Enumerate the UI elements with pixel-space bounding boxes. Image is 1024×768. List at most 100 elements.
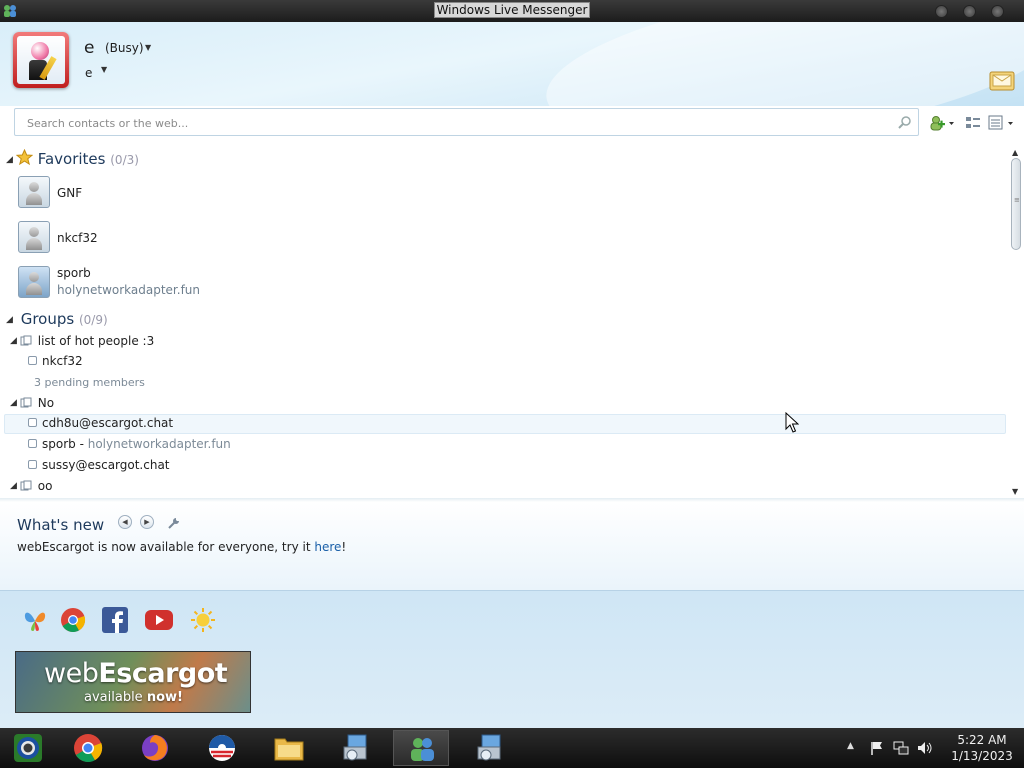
- installer-icon: [477, 734, 501, 761]
- group-name: list of hot people :3: [37, 334, 155, 348]
- start-orb-icon: [14, 734, 42, 762]
- taskbar-file-explorer[interactable]: [261, 730, 317, 766]
- star-icon: [15, 148, 34, 166]
- group-header[interactable]: ◢ list of hot people :3: [10, 334, 154, 352]
- favorite-contact[interactable]: nkcf32: [18, 221, 618, 261]
- taskbar-obama-app[interactable]: [194, 730, 250, 766]
- member-name: cdh8u@escargot.chat: [42, 416, 174, 430]
- offline-status-icon: [28, 418, 37, 427]
- maximize-button[interactable]: [963, 5, 976, 18]
- window-title: Windows Live Messenger: [433, 2, 591, 18]
- taskbar-installer-2[interactable]: [462, 730, 518, 766]
- services-panel: webEscargot available now!: [0, 590, 1024, 728]
- group-icon: [20, 397, 32, 408]
- scroll-thumb[interactable]: ≡: [1011, 158, 1021, 250]
- whats-new-text: webEscargot is now available for everyon…: [17, 540, 346, 554]
- banner-tagline-bold: now!: [146, 690, 183, 705]
- status-dropdown-icon[interactable]: ▼: [145, 43, 151, 52]
- weather-sun-icon[interactable]: [190, 607, 216, 633]
- personal-message[interactable]: e: [85, 66, 92, 80]
- contact-avatar: [18, 266, 50, 298]
- collapse-triangle-icon[interactable]: ◢: [6, 155, 13, 165]
- collapse-triangle-icon[interactable]: ◢: [6, 315, 13, 325]
- scroll-down-arrow-icon[interactable]: ▼: [1012, 487, 1018, 496]
- favorite-contact[interactable]: GNF: [18, 176, 618, 216]
- offline-status-icon: [28, 356, 37, 365]
- member-name: nkcf32: [42, 354, 83, 368]
- close-button[interactable]: [991, 5, 1004, 18]
- volume-icon[interactable]: [917, 740, 933, 756]
- search-box[interactable]: [14, 108, 919, 136]
- banner-brand: webEscargot: [44, 658, 228, 689]
- action-center-flag-icon[interactable]: [869, 740, 885, 756]
- change-layout-button[interactable]: [965, 115, 981, 131]
- contact-list: ◢ Favorites (0/3) GNF nkcf32 sporb holyn…: [0, 146, 1024, 498]
- wrench-icon[interactable]: [168, 517, 180, 529]
- favorites-label: Favorites: [37, 150, 106, 168]
- next-arrow-icon[interactable]: ▶: [140, 515, 154, 529]
- clock-time: 5:22 AM: [957, 733, 1007, 747]
- banner-brand-light: web: [44, 658, 99, 689]
- search-icon[interactable]: [898, 115, 912, 129]
- group-icon: [20, 480, 32, 491]
- taskbar-firefox[interactable]: [127, 730, 183, 766]
- group-member[interactable]: nkcf32: [28, 354, 83, 374]
- taskbar-installer[interactable]: [328, 730, 384, 766]
- taskbar-messenger[interactable]: [393, 730, 449, 766]
- contact-name: GNF: [57, 186, 83, 200]
- member-separator: -: [75, 437, 88, 451]
- group-member[interactable]: sussy@escargot.chat: [28, 458, 170, 478]
- contact-list-scrollbar[interactable]: ▲ ≡ ▼: [1008, 146, 1024, 498]
- favorite-contact[interactable]: sporb holynetworkadapter.fun: [18, 266, 618, 306]
- group-icon: [20, 335, 32, 346]
- facebook-icon[interactable]: [102, 607, 128, 633]
- group-name: No: [37, 396, 55, 410]
- status-label[interactable]: (Busy): [105, 41, 144, 55]
- display-name[interactable]: e: [84, 38, 94, 58]
- inbox-icon[interactable]: [988, 68, 1016, 92]
- webescargot-ad-banner[interactable]: webEscargot available now!: [15, 651, 251, 713]
- chrome-icon[interactable]: [60, 607, 86, 633]
- banner-tagline: available now!: [84, 690, 183, 705]
- banner-brand-bold: Escargot: [98, 658, 228, 689]
- group-header[interactable]: ◢ oo: [10, 479, 52, 497]
- previous-arrow-icon[interactable]: ◀: [118, 515, 132, 529]
- show-menu-button[interactable]: [988, 115, 1016, 131]
- personal-message-dropdown-icon[interactable]: ▼: [101, 65, 107, 74]
- add-contact-button[interactable]: [929, 115, 955, 131]
- taskbar: ▲ 5:22 AM 1/13/2023: [0, 728, 1024, 768]
- groups-header[interactable]: ◢ Groups (0/9): [6, 310, 108, 332]
- avatar[interactable]: [13, 32, 69, 88]
- pending-members[interactable]: 3 pending members: [34, 376, 145, 389]
- whats-new-link[interactable]: here: [314, 540, 341, 554]
- messenger-butterfly-icon[interactable]: [22, 607, 48, 633]
- collapse-triangle-icon[interactable]: ◢: [10, 398, 17, 408]
- youtube-icon[interactable]: [144, 607, 174, 633]
- chrome-icon: [74, 734, 103, 762]
- group-name: oo: [37, 479, 53, 493]
- whats-new-punctuation: !: [341, 540, 347, 554]
- member-personal-message: holynetworkadapter.fun: [87, 437, 231, 451]
- contact-avatar: [18, 221, 50, 253]
- system-clock[interactable]: 5:22 AM 1/13/2023: [944, 732, 1020, 764]
- group-header[interactable]: ◢ No: [10, 396, 54, 414]
- collapse-triangle-icon[interactable]: ◢: [10, 481, 17, 491]
- collapse-triangle-icon[interactable]: ◢: [10, 336, 17, 346]
- whats-new-title: What's new: [17, 516, 105, 534]
- favorites-count: (0/3): [110, 153, 139, 167]
- start-button[interactable]: [0, 730, 56, 766]
- groups-label: Groups: [20, 310, 75, 328]
- network-icon[interactable]: [893, 740, 909, 756]
- obama-logo-icon: [209, 735, 235, 761]
- show-hidden-icons-button[interactable]: ▲: [847, 741, 854, 751]
- offline-status-icon: [28, 439, 37, 448]
- title-bar: Windows Live Messenger: [0, 0, 1024, 22]
- minimize-button[interactable]: [935, 5, 948, 18]
- taskbar-chrome[interactable]: [60, 730, 116, 766]
- whats-new-panel: What's new ◀ ▶ webEscargot is now availa…: [0, 502, 1024, 590]
- search-input[interactable]: [25, 110, 889, 136]
- favorites-header[interactable]: ◢ Favorites (0/3): [6, 148, 139, 171]
- scroll-up-arrow-icon[interactable]: ▲: [1012, 148, 1018, 157]
- group-member[interactable]: sporb - holynetworkadapter.fun: [28, 437, 231, 457]
- group-member[interactable]: cdh8u@escargot.chat: [28, 416, 173, 436]
